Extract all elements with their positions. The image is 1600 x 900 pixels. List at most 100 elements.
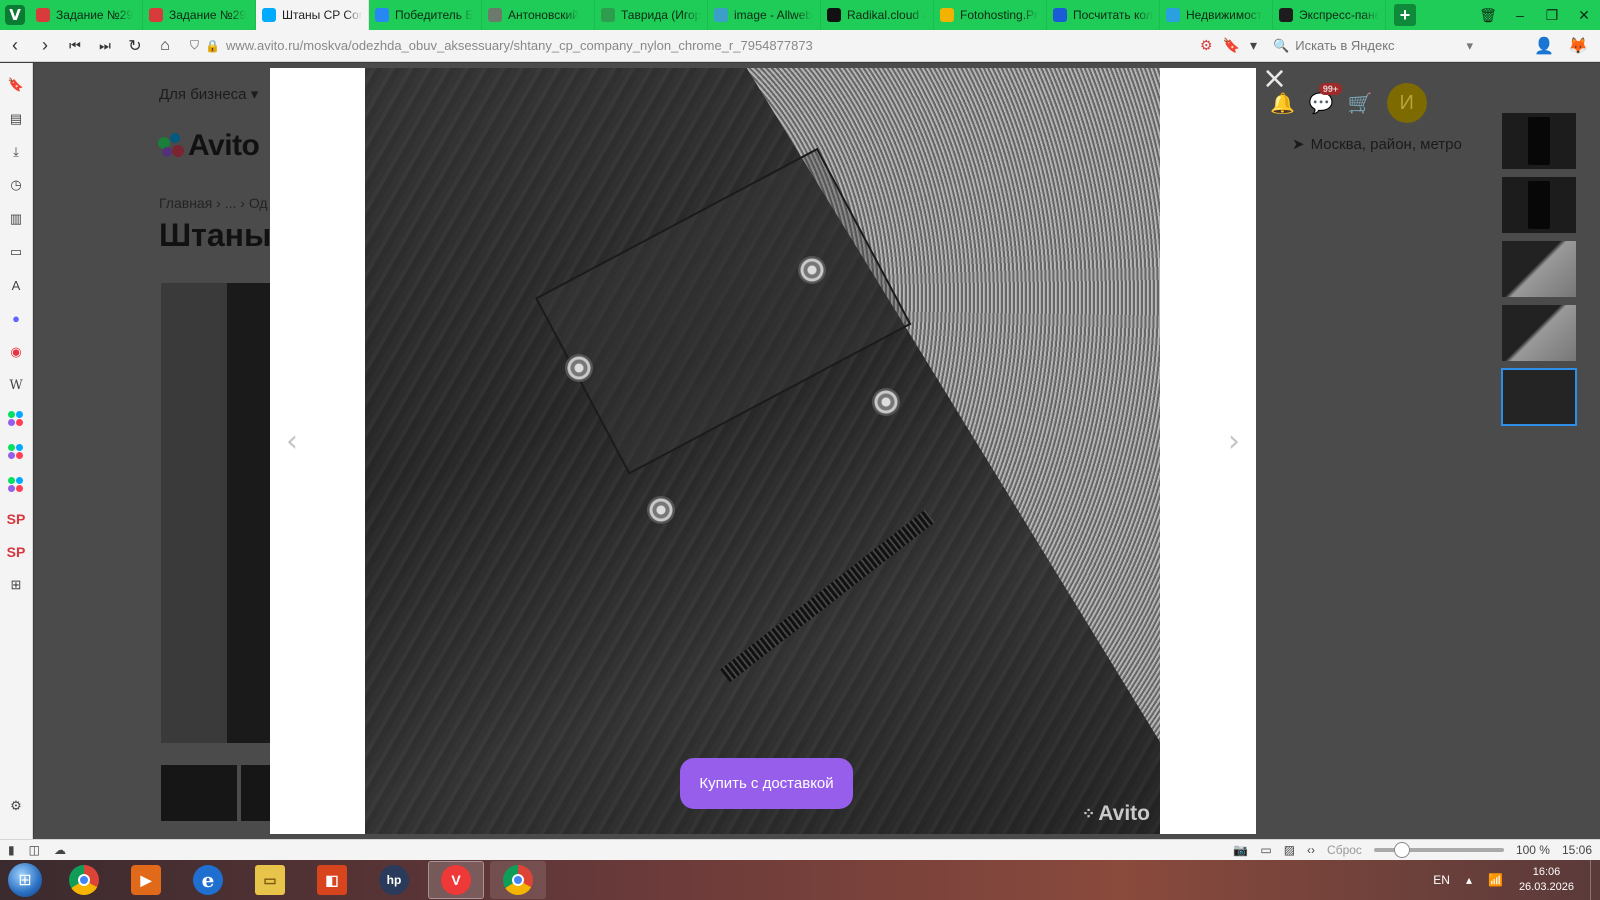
wikipedia-icon[interactable]: W (6, 375, 26, 395)
profile-icon[interactable]: 👤 (1534, 36, 1554, 56)
viewer-thumbnail[interactable] (1502, 113, 1576, 169)
home-button[interactable]: ⌂ (150, 31, 180, 61)
breadcrumb[interactable]: Главная › ... › Од (159, 195, 268, 211)
fast-forward-button[interactable]: ⏭ (90, 31, 120, 61)
notes-icon[interactable]: ▥ (6, 209, 26, 229)
camera-icon[interactable]: 📷 (1233, 843, 1248, 857)
product-photo[interactable]: ⁘ Avito (365, 68, 1160, 834)
tab-strip: Задание №29 Задание №29 Штаны CP Company По… (30, 0, 1386, 30)
prev-photo-arrow[interactable]: ‹ (286, 424, 298, 459)
browser-tab[interactable]: Экспресс-пане (1273, 0, 1386, 30)
zoom-slider[interactable] (1373, 842, 1504, 858)
mastodon-icon[interactable]: ● (6, 308, 26, 328)
reload-button[interactable]: ↻ (120, 31, 150, 61)
reading-list-icon[interactable]: ▤ (6, 109, 26, 129)
circle-icon (1053, 8, 1067, 22)
buy-with-delivery-button[interactable]: Купить с доставкой (680, 758, 853, 809)
sp-panel-icon[interactable]: SP (6, 542, 26, 562)
viewer-thumbnail[interactable] (1502, 241, 1576, 297)
fox-extension-icon[interactable]: 🦊 (1568, 36, 1588, 56)
avito-panel-icon[interactable] (6, 442, 26, 462)
browser-tab[interactable]: Таврида (Игор (595, 0, 708, 30)
tab-title: Задание №29 (169, 8, 247, 22)
letter-p-icon (149, 8, 163, 22)
image-toggle-icon[interactable]: ▨ (1284, 843, 1295, 857)
language-indicator[interactable]: EN (1433, 873, 1450, 887)
code-icon[interactable]: ‹› (1307, 843, 1315, 857)
downloads-icon[interactable]: ⤓ (6, 142, 26, 162)
taskbar-clock[interactable]: 16:06 26.03.2026 (1519, 865, 1574, 895)
tab-title: Таврида (Игор (621, 8, 701, 22)
taskbar-hp[interactable]: hp (366, 861, 422, 899)
cart-icon[interactable]: 🛒 (1348, 91, 1373, 116)
zoom-slider-knob[interactable] (1393, 842, 1410, 858)
taskbar-media-player[interactable]: ▶ (118, 861, 174, 899)
restore-button[interactable]: ❐ (1536, 7, 1568, 24)
bookmark-icon[interactable]: 🔖 (1223, 37, 1240, 54)
window-panel-icon[interactable]: ▭ (6, 242, 26, 262)
taskbar-internet-explorer[interactable]: e (180, 861, 236, 899)
viewer-thumbnail-active[interactable] (1501, 368, 1577, 426)
rewind-button[interactable]: ⏮ (60, 31, 90, 61)
back-button[interactable]: ‹ (0, 31, 30, 61)
for-business-link[interactable]: Для бизнеса ▾ (159, 85, 258, 103)
settings-gear-icon[interactable]: ⚙ (6, 796, 26, 816)
location-selector[interactable]: ➤ Москва, район, метро (1292, 135, 1462, 154)
avito-logo-text: Avito (188, 129, 260, 162)
avatar[interactable]: И (1386, 83, 1427, 123)
history-icon[interactable]: ◷ (6, 175, 26, 195)
taskbar-office[interactable]: ◧ (304, 861, 360, 899)
minimize-button[interactable]: – (1504, 7, 1536, 23)
vivaldi-icon[interactable]: ◉ (6, 342, 26, 362)
browser-tab[interactable]: Штаны CP Company (256, 0, 369, 30)
tab-tiling-icon[interactable]: ◫ (29, 843, 40, 857)
tab-title: Fotohosting.Pr (960, 8, 1039, 22)
sp-panel-icon[interactable]: SP (6, 509, 26, 529)
taskbar-explorer[interactable]: ▭ (242, 861, 298, 899)
vivaldi-menu-button[interactable]: V (0, 0, 30, 30)
next-photo-arrow[interactable]: › (1228, 424, 1240, 459)
close-window-button[interactable]: ✕ (1568, 7, 1600, 24)
browser-tab[interactable]: Недвижимост (1160, 0, 1273, 30)
panel-toggle-icon[interactable]: ▮ (8, 843, 15, 857)
avito-logo[interactable]: Avito (158, 129, 260, 163)
browser-tab[interactable]: Антоновский (482, 0, 595, 30)
avito-panel-icon[interactable] (6, 409, 26, 429)
chevron-down-icon[interactable]: ▾ (1250, 37, 1257, 54)
close-viewer-button[interactable]: × (1262, 64, 1287, 94)
search-field[interactable]: 🔍 Искать в Яндекс ▾ (1273, 38, 1473, 54)
viewer-thumbnail[interactable] (1502, 177, 1576, 233)
extension-icon[interactable]: ⚙ (1200, 37, 1213, 54)
window-icon[interactable]: ▭ (1260, 843, 1271, 857)
viewer-thumbnail[interactable] (1502, 305, 1576, 361)
tray-expand-icon[interactable]: ▴ (1466, 873, 1472, 887)
add-panel-icon[interactable]: ⊞ (6, 575, 26, 595)
trash-icon[interactable]: 🗑 (1472, 7, 1504, 24)
cloud-sync-icon[interactable]: ☁ (54, 843, 66, 857)
zoom-reset-button[interactable]: Сброс (1327, 843, 1362, 857)
vivaldi-logo-icon: V (5, 5, 25, 25)
taskbar-chrome-profile[interactable] (490, 861, 546, 899)
new-tab-button[interactable]: + (1394, 4, 1416, 26)
messages-icon[interactable]: 💬 99+ (1309, 82, 1343, 116)
bookmarks-panel-icon[interactable]: 🔖 (6, 75, 26, 95)
avito-panel-icon[interactable] (6, 475, 26, 495)
browser-tab[interactable]: Задание №29 (143, 0, 256, 30)
show-desktop-button[interactable] (1590, 860, 1600, 900)
browser-tab[interactable]: Посчитать кол (1047, 0, 1160, 30)
taskbar-vivaldi[interactable]: V (428, 861, 484, 899)
search-engine-dropdown-icon[interactable]: ▾ (1467, 38, 1474, 54)
browser-tab[interactable]: Fotohosting.Pr (934, 0, 1047, 30)
browser-tab[interactable]: image - Allweb (708, 0, 821, 30)
browser-tab[interactable]: Победитель Б (369, 0, 482, 30)
snap-button (872, 388, 900, 416)
zoom-level: 100 % (1515, 843, 1550, 857)
url-field[interactable]: ⛉ 🔒 www.avito.ru/moskva/odezhda_obuv_aks… (190, 38, 1190, 53)
start-button[interactable]: ⊞ (0, 860, 50, 900)
browser-tab[interactable]: Radikal.cloud - (821, 0, 934, 30)
taskbar-chrome[interactable] (56, 861, 112, 899)
network-signal-icon[interactable]: 📶 (1488, 873, 1503, 887)
forward-button[interactable]: › (30, 31, 60, 61)
translate-icon[interactable]: A (6, 275, 26, 295)
browser-tab[interactable]: Задание №29 (30, 0, 143, 30)
